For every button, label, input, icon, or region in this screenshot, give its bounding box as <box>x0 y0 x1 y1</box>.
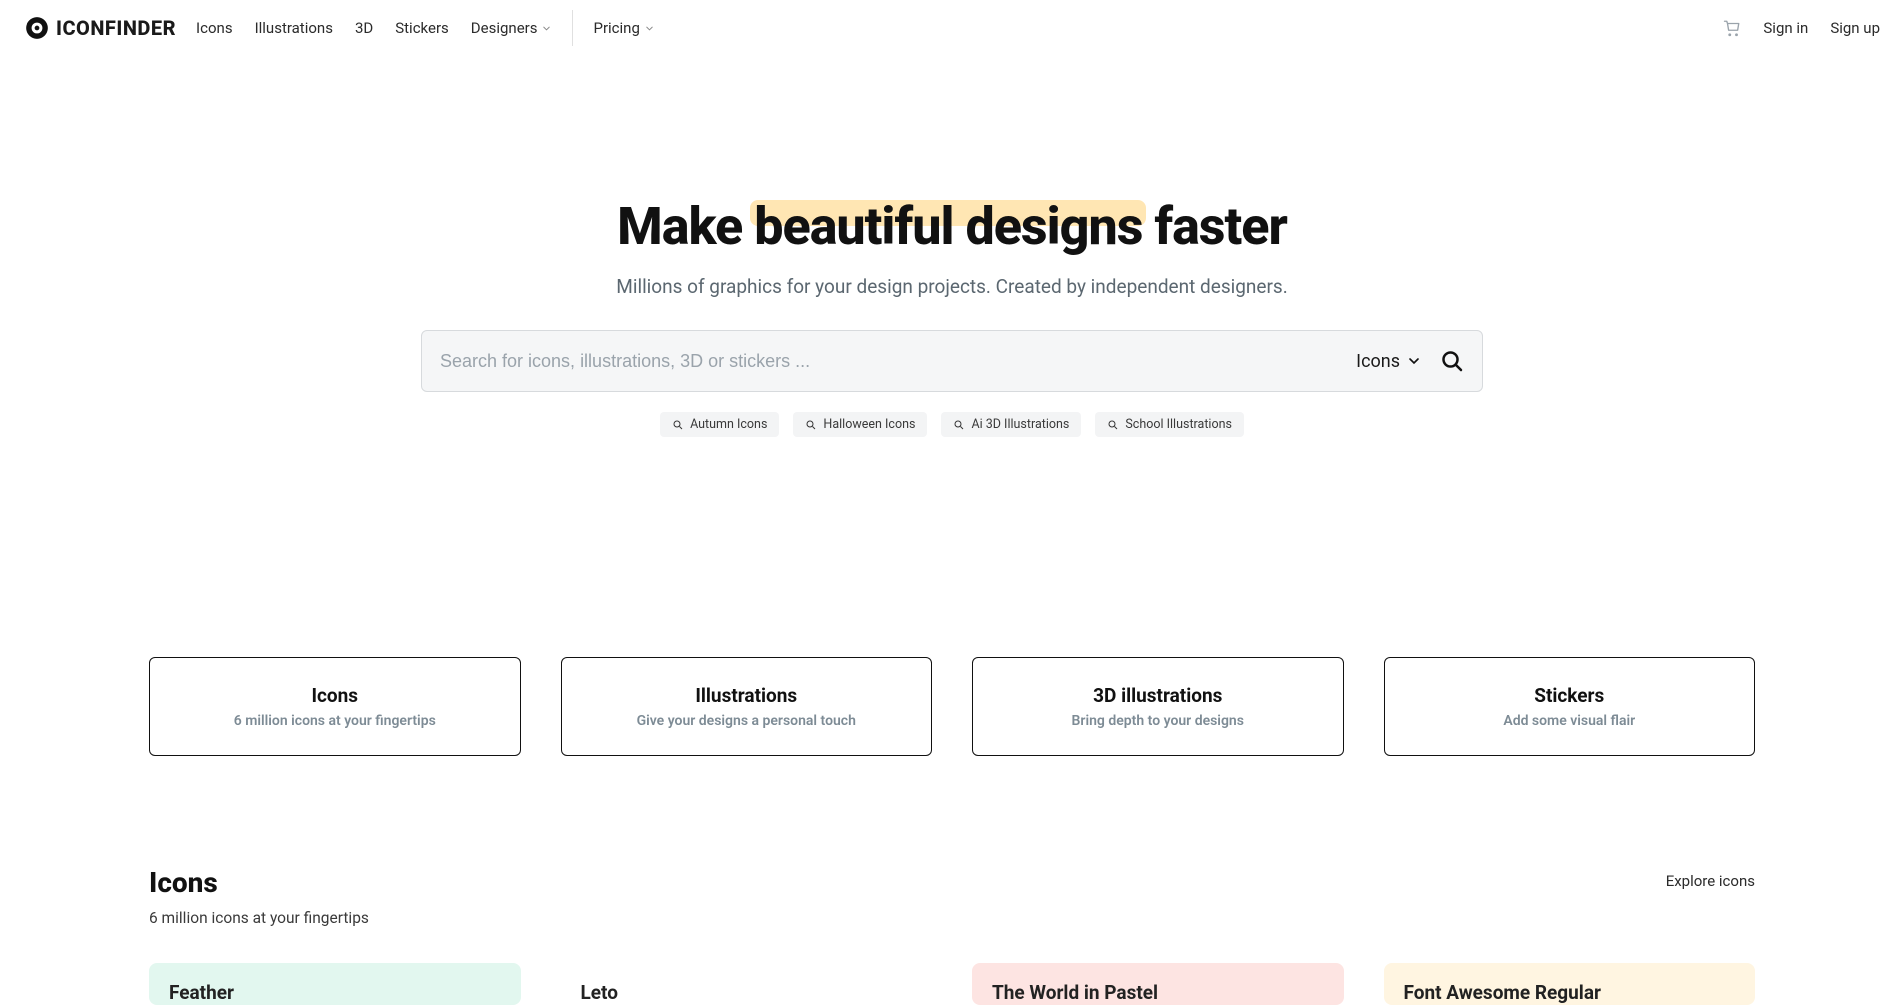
category-title: Stickers <box>1395 684 1745 707</box>
chevron-down-icon <box>1406 353 1422 369</box>
suggestion-label: Ai 3D Illustrations <box>971 417 1069 432</box>
category-grid: Icons 6 million icons at your fingertips… <box>149 657 1755 756</box>
nav-stickers[interactable]: Stickers <box>395 19 449 37</box>
section-subtitle: 6 million icons at your fingertips <box>149 909 369 927</box>
nav-signin[interactable]: Sign in <box>1763 19 1808 37</box>
nav-designers-label: Designers <box>471 19 538 37</box>
nav-illustrations[interactable]: Illustrations <box>255 19 333 37</box>
search-button[interactable] <box>1440 349 1464 373</box>
suggestion-label: Halloween Icons <box>823 417 915 432</box>
nav-pricing-label: Pricing <box>593 19 639 37</box>
nav-links-pricing: Pricing <box>593 19 654 37</box>
logo[interactable]: ICONFINDER <box>24 15 176 41</box>
nav-pricing[interactable]: Pricing <box>593 19 654 37</box>
suggestion-label: School Illustrations <box>1125 417 1232 432</box>
nav-icons[interactable]: Icons <box>196 19 233 37</box>
category-card-3d[interactable]: 3D illustrations Bring depth to your des… <box>972 657 1344 756</box>
hero-title-highlight: beautiful designs <box>754 196 1142 257</box>
search-suggestions: Autumn Icons Halloween Icons Ai 3D Illus… <box>0 412 1904 437</box>
category-card-illustrations[interactable]: Illustrations Give your designs a person… <box>561 657 933 756</box>
hero-title: Make beautiful designs faster <box>617 196 1287 257</box>
pack-title: Font Awesome Regular <box>1404 981 1736 1004</box>
search-bar: Icons <box>421 330 1483 392</box>
hero: Make beautiful designs faster Millions o… <box>0 196 1904 437</box>
nav-designers[interactable]: Designers <box>471 19 553 37</box>
category-title: 3D illustrations <box>983 684 1333 707</box>
explore-icons-link[interactable]: Explore icons <box>1666 872 1755 890</box>
pack-grid: Feather Leto The World in Pastel Font Aw… <box>149 963 1755 1005</box>
category-subtitle: Bring depth to your designs <box>983 713 1333 729</box>
search-icon <box>672 419 684 431</box>
icons-section: Icons 6 million icons at your fingertips… <box>149 866 1755 1005</box>
pack-card-feather[interactable]: Feather <box>149 963 521 1005</box>
nav-signup[interactable]: Sign up <box>1830 19 1880 37</box>
hero-title-prefix: Make <box>617 196 754 257</box>
nav-3d[interactable]: 3D <box>355 19 373 37</box>
nav-right: Sign in Sign up <box>1723 19 1880 37</box>
section-header: Icons 6 million icons at your fingertips… <box>149 866 1755 927</box>
suggestion-pill[interactable]: Ai 3D Illustrations <box>941 412 1081 437</box>
navbar: ICONFINDER Icons Illustrations 3D Sticke… <box>0 0 1904 56</box>
category-title: Illustrations <box>572 684 922 707</box>
nav-links-left: Icons Illustrations 3D Stickers Designer… <box>196 19 552 37</box>
pack-card-fontawesome[interactable]: Font Awesome Regular <box>1384 963 1756 1005</box>
suggestion-pill[interactable]: School Illustrations <box>1095 412 1244 437</box>
category-subtitle: 6 million icons at your fingertips <box>160 713 510 729</box>
search-icon <box>805 419 817 431</box>
category-card-stickers[interactable]: Stickers Add some visual flair <box>1384 657 1756 756</box>
suggestion-label: Autumn Icons <box>690 417 767 432</box>
logo-icon <box>24 15 50 41</box>
hero-subtitle: Millions of graphics for your design pro… <box>0 275 1904 298</box>
category-title: Icons <box>160 684 510 707</box>
nav-divider <box>572 10 573 46</box>
chevron-down-icon <box>541 23 552 34</box>
search-type-label: Icons <box>1356 351 1400 372</box>
section-header-left: Icons 6 million icons at your fingertips <box>149 866 369 927</box>
search-type-dropdown[interactable]: Icons <box>1356 351 1422 372</box>
search-icon <box>1107 419 1119 431</box>
pack-title: Feather <box>169 981 501 1004</box>
chevron-down-icon <box>644 23 655 34</box>
pack-title: The World in Pastel <box>992 981 1324 1004</box>
category-card-icons[interactable]: Icons 6 million icons at your fingertips <box>149 657 521 756</box>
pack-card-leto[interactable]: Leto <box>561 963 933 1005</box>
pack-title: Leto <box>581 981 913 1004</box>
category-subtitle: Give your designs a personal touch <box>572 713 922 729</box>
pack-card-world[interactable]: The World in Pastel <box>972 963 1344 1005</box>
section-title: Icons <box>149 866 369 899</box>
search-icon <box>953 419 965 431</box>
suggestion-pill[interactable]: Halloween Icons <box>793 412 927 437</box>
category-subtitle: Add some visual flair <box>1395 713 1745 729</box>
suggestion-pill[interactable]: Autumn Icons <box>660 412 779 437</box>
cart-icon[interactable] <box>1723 19 1741 37</box>
hero-title-suffix: faster <box>1142 196 1286 257</box>
search-input[interactable] <box>440 351 1356 372</box>
logo-text: ICONFINDER <box>56 16 176 40</box>
